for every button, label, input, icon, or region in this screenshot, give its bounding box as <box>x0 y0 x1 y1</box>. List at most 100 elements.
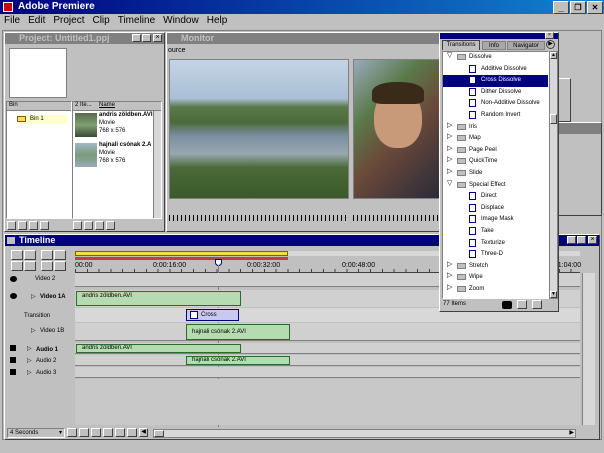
chevron-down-icon[interactable]: ▽ <box>447 180 454 188</box>
binoculars-icon[interactable] <box>502 301 512 309</box>
new-folder-icon[interactable] <box>517 300 527 309</box>
transition-clip[interactable]: Cross <box>186 309 239 321</box>
transition-folder[interactable]: ▷ Zoom <box>443 284 548 296</box>
project-tool-icon[interactable] <box>73 221 82 230</box>
work-area-bar[interactable] <box>75 251 288 256</box>
clip-video1a[interactable]: andris zöldben.AVI <box>76 291 241 306</box>
transition-item[interactable]: Non-Additive Dissolve <box>443 98 548 110</box>
transition-folder[interactable]: ▷ Stretch <box>443 261 548 273</box>
clip-list-scrollbar[interactable] <box>153 111 161 218</box>
edge-tool[interactable] <box>54 250 66 260</box>
transition-item[interactable]: Image Mask <box>443 214 548 226</box>
name-header[interactable]: Name <box>99 102 115 108</box>
maximize-button[interactable]: ❐ <box>570 1 586 14</box>
shift-tracks-icon[interactable] <box>103 428 113 437</box>
list-item[interactable]: hajnali csónak 2.A Movie 768 x 576 <box>73 142 158 170</box>
speaker-icon[interactable] <box>10 357 16 363</box>
track-select-tool[interactable] <box>41 250 53 260</box>
project-tool-icon[interactable] <box>95 221 104 230</box>
project-close-button[interactable]: × <box>153 34 162 42</box>
transition-folder[interactable]: ▷ QuickTime <box>443 156 548 168</box>
project-tool-icon[interactable] <box>18 221 27 230</box>
track-eye-icon[interactable] <box>10 276 17 282</box>
timeline-close-button[interactable]: × <box>588 236 597 244</box>
track-collapse-icon[interactable]: ▷ <box>31 293 36 300</box>
scrollbar-thumb[interactable] <box>550 114 557 124</box>
project-tool-icon[interactable] <box>7 221 16 230</box>
project-min-button[interactable] <box>132 34 141 42</box>
chevron-right-icon[interactable]: ▷ <box>447 156 454 164</box>
timeline-horizontal-scrollbar[interactable]: ▶ <box>153 429 576 438</box>
chevron-down-icon[interactable]: ▽ <box>447 52 454 60</box>
speaker-icon[interactable] <box>10 345 16 351</box>
chevron-right-icon[interactable]: ▷ <box>447 272 454 280</box>
chevron-right-icon[interactable]: ▷ <box>447 122 454 130</box>
menu-clip[interactable]: Clip <box>88 14 113 28</box>
minimize-button[interactable]: _ <box>553 1 569 14</box>
transition-folder[interactable]: ▽ Dissolve <box>443 52 548 64</box>
track-collapse-icon[interactable]: ▷ <box>27 357 32 364</box>
sync-mode-icon[interactable] <box>115 428 125 437</box>
speaker-icon[interactable] <box>10 369 16 375</box>
menu-file[interactable]: File <box>0 14 24 28</box>
transition-folder[interactable]: ▽ Special Effect <box>443 180 548 192</box>
in-out-tool[interactable] <box>54 261 66 271</box>
clip-audio1[interactable]: andris zöldben.AVI <box>76 344 241 353</box>
time-unit-select[interactable]: 4 Seconds ▾ <box>7 428 65 438</box>
transition-item[interactable]: Additive Dissolve <box>443 64 548 76</box>
selection-tool[interactable] <box>11 250 23 260</box>
chevron-right-icon[interactable]: ▷ <box>447 284 454 292</box>
transition-item[interactable]: Cross Dissolve <box>443 75 548 87</box>
menu-edit[interactable]: Edit <box>24 14 49 28</box>
scrollbar-thumb[interactable] <box>154 430 164 437</box>
clip-video1b[interactable]: hajnali csónak 2.AVI <box>186 324 290 340</box>
scroll-down-icon[interactable]: ▼ <box>550 291 557 298</box>
chevron-right-icon[interactable]: ▷ <box>447 168 454 176</box>
close-button[interactable]: ✕ <box>587 1 603 14</box>
transition-item[interactable]: Dither Dissolve <box>443 87 548 99</box>
chevron-right-icon[interactable]: ▷ <box>447 145 454 153</box>
edge-view-icon[interactable] <box>91 428 101 437</box>
project-max-button[interactable] <box>142 34 151 42</box>
scroll-right-icon[interactable]: ▶ <box>569 429 574 436</box>
program-scrub-bar[interactable] <box>353 215 441 221</box>
menu-timeline[interactable]: Timeline <box>114 14 159 28</box>
track-audio2[interactable] <box>75 355 580 366</box>
snap-icon[interactable] <box>79 428 89 437</box>
chevron-right-icon[interactable]: ▷ <box>447 133 454 141</box>
transition-item[interactable]: Three-D <box>443 249 548 261</box>
palette-menu-icon[interactable]: ▶ <box>546 40 555 49</box>
transition-folder[interactable]: ▷ Iris <box>443 122 548 134</box>
timeline-vertical-scrollbar[interactable] <box>582 273 595 425</box>
track-collapse-icon[interactable]: ▷ <box>27 369 32 376</box>
transition-item[interactable]: Displace <box>443 203 548 215</box>
track-eye-icon[interactable] <box>10 293 17 299</box>
project-tool-icon[interactable] <box>84 221 93 230</box>
project-tool-icon[interactable] <box>106 221 115 230</box>
timeline-max-button[interactable] <box>577 236 586 244</box>
range-select-tool[interactable] <box>24 250 36 260</box>
tab-info[interactable]: Info <box>482 41 506 50</box>
source-scrub-bar[interactable] <box>169 215 349 221</box>
track-video1b[interactable] <box>75 323 580 341</box>
zoom-tool[interactable] <box>24 261 36 271</box>
delete-icon[interactable] <box>532 300 542 309</box>
transition-item[interactable]: Random Invert <box>443 110 548 122</box>
list-item[interactable]: andris zöldben.AVI Movie 768 x 576 <box>73 112 158 140</box>
track-collapse-icon[interactable]: ▷ <box>31 327 36 334</box>
transition-folder[interactable]: ▷ Slide <box>443 168 548 180</box>
project-tool-icon[interactable] <box>40 221 49 230</box>
tab-transitions[interactable]: Transitions <box>442 40 480 50</box>
transition-folder[interactable]: ▷ Map <box>443 133 548 145</box>
monitor-title-bar[interactable]: Monitor <box>167 33 445 44</box>
palette-close-button[interactable]: × <box>545 32 554 39</box>
menu-project[interactable]: Project <box>49 14 88 28</box>
razor-tool[interactable] <box>41 261 53 271</box>
scroll-up-icon[interactable]: ▲ <box>550 52 557 59</box>
scroll-left-icon[interactable]: ◀ <box>139 428 148 437</box>
tab-navigator[interactable]: Navigator <box>507 41 545 50</box>
bin-item[interactable]: Bin 1 <box>17 115 67 124</box>
toggle-icon[interactable] <box>127 428 137 437</box>
chevron-right-icon[interactable]: ▷ <box>447 261 454 269</box>
project-tool-icon[interactable] <box>29 221 38 230</box>
